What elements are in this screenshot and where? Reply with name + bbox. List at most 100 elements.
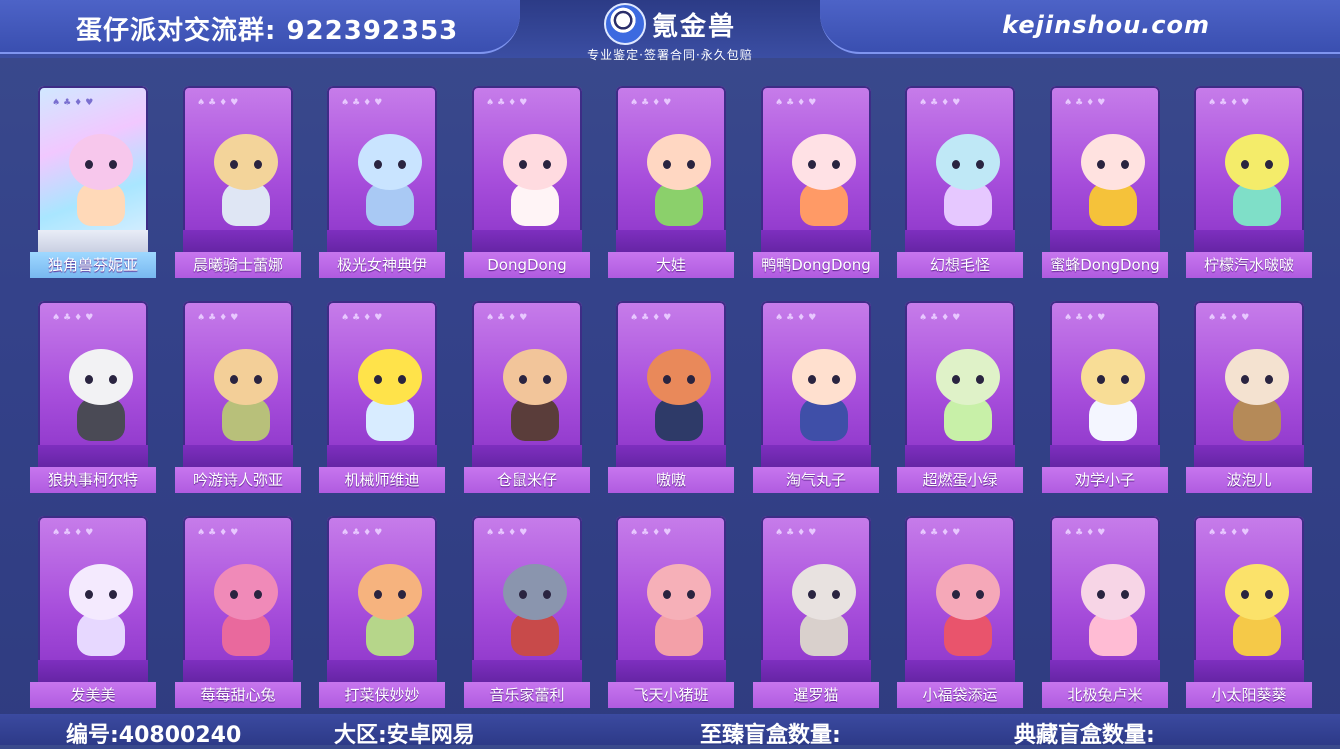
character-name: 狼执事柯尔特: [30, 467, 156, 493]
character-card[interactable]: ♠♣♦♥ 小太阳葵葵: [1186, 510, 1312, 708]
character-card[interactable]: ♠♣♦♥ 晨曦骑士蕾娜: [175, 80, 301, 278]
character-card[interactable]: ♠♣♦♥ 莓莓甜心兔: [175, 510, 301, 708]
card-pedestal: [1050, 660, 1160, 684]
character-card[interactable]: ♠♣♦♥ 仓鼠米仔: [464, 295, 590, 493]
character-figure-image: [208, 349, 284, 445]
character-card[interactable]: ♠♣♦♥ DongDong: [464, 80, 590, 278]
character-name: 鸭鸭DongDong: [753, 252, 879, 278]
figure-head: [214, 134, 278, 190]
card-suits-decoration: ♠♣♦♥: [52, 98, 97, 108]
character-card[interactable]: ♠♣♦♥ 波泡儿: [1186, 295, 1312, 493]
card-frame: ♠♣♦♥: [327, 516, 437, 682]
character-card[interactable]: ♠♣♦♥ 超燃蛋小绿: [897, 295, 1023, 493]
card-frame: ♠♣♦♥: [472, 516, 582, 682]
card-pedestal: [327, 445, 437, 469]
character-card[interactable]: ♠♣♦♥ 吟游诗人弥亚: [175, 295, 301, 493]
character-card[interactable]: ♠♣♦♥ 鸭鸭DongDong: [753, 80, 879, 278]
figure-head: [792, 564, 856, 620]
figure-eye: [519, 590, 527, 599]
figure-eye: [952, 375, 960, 384]
character-name: 莓莓甜心兔: [175, 682, 301, 708]
figure-eye: [808, 160, 816, 169]
card-pedestal: [761, 660, 871, 684]
figure-eye: [687, 590, 695, 599]
figure-eye: [543, 375, 551, 384]
card-suits-decoration: ♠♣♦♥: [1064, 528, 1109, 538]
card-frame: ♠♣♦♥: [616, 86, 726, 252]
character-card[interactable]: ♠♣♦♥ 劝学小子: [1042, 295, 1168, 493]
character-figure-image: [641, 134, 717, 230]
figure-head: [358, 564, 422, 620]
character-figure-image: [352, 349, 428, 445]
character-figure-image: [1219, 564, 1295, 660]
card-frame: ♠♣♦♥: [327, 301, 437, 467]
card-suits-decoration: ♠♣♦♥: [775, 528, 820, 538]
character-card[interactable]: ♠♣♦♥ 狼执事柯尔特: [30, 295, 156, 493]
card-frame: ♠♣♦♥: [472, 86, 582, 252]
character-card[interactable]: ♠♣♦♥ 独角兽芬妮亚: [30, 80, 156, 278]
header-bar: 蛋仔派对交流群: 922392353 氪金兽 专业鉴定·签署合同·永久包赔 ke…: [0, 0, 1340, 62]
card-pedestal: [905, 230, 1015, 254]
figure-head: [503, 134, 567, 190]
card-pedestal: [327, 660, 437, 684]
card-pedestal: [472, 445, 582, 469]
character-card[interactable]: ♠♣♦♥ 柠檬汽水啵啵: [1186, 80, 1312, 278]
card-suits-decoration: ♠♣♦♥: [341, 528, 386, 538]
figure-eye: [374, 375, 382, 384]
card-suits-decoration: ♠♣♦♥: [52, 528, 97, 538]
card-pedestal: [905, 445, 1015, 469]
figure-eye: [254, 375, 262, 384]
card-suits-decoration: ♠♣♦♥: [197, 98, 242, 108]
figure-head: [936, 564, 1000, 620]
figure-head: [647, 349, 711, 405]
card-suits-decoration: ♠♣♦♥: [1208, 313, 1253, 323]
figure-eye: [1097, 375, 1105, 384]
character-figure-image: [352, 134, 428, 230]
figure-eye: [663, 375, 671, 384]
card-frame: ♠♣♦♥: [1194, 516, 1304, 682]
character-figure-image: [786, 349, 862, 445]
card-frame: ♠♣♦♥: [761, 516, 871, 682]
figure-eye: [109, 160, 117, 169]
character-name: 柠檬汽水啵啵: [1186, 252, 1312, 278]
character-card[interactable]: ♠♣♦♥ 蜜蜂DongDong: [1042, 80, 1168, 278]
card-pedestal: [905, 660, 1015, 684]
card-frame: ♠♣♦♥: [183, 86, 293, 252]
figure-head: [792, 349, 856, 405]
figure-eye: [109, 375, 117, 384]
character-card[interactable]: ♠♣♦♥ 小福袋添运: [897, 510, 1023, 708]
figure-eye: [1097, 590, 1105, 599]
figure-head: [1081, 564, 1145, 620]
card-suits-decoration: ♠♣♦♥: [630, 313, 675, 323]
card-frame: ♠♣♦♥: [905, 301, 1015, 467]
card-frame: ♠♣♦♥: [38, 86, 148, 252]
brand-name: 氪金兽: [651, 11, 736, 42]
character-card[interactable]: ♠♣♦♥ 飞天小猪班: [608, 510, 734, 708]
figure-head: [1225, 134, 1289, 190]
character-card[interactable]: ♠♣♦♥ 发美美: [30, 510, 156, 708]
card-pedestal: [38, 445, 148, 469]
server-region: 大区:安卓网易: [334, 723, 475, 748]
character-card[interactable]: ♠♣♦♥ 幻想毛怪: [897, 80, 1023, 278]
character-card[interactable]: ♠♣♦♥ 大娃: [608, 80, 734, 278]
card-pedestal: [761, 230, 871, 254]
character-card[interactable]: ♠♣♦♥ 极光女神典伊: [319, 80, 445, 278]
figure-eye: [832, 590, 840, 599]
card-suits-decoration: ♠♣♦♥: [52, 313, 97, 323]
character-card[interactable]: ♠♣♦♥ 音乐家蕾利: [464, 510, 590, 708]
figure-head: [214, 564, 278, 620]
character-figure-image: [641, 349, 717, 445]
card-suits-decoration: ♠♣♦♥: [341, 98, 386, 108]
character-name: 小福袋添运: [897, 682, 1023, 708]
character-card[interactable]: ♠♣♦♥ 打菜侠妙妙: [319, 510, 445, 708]
character-card[interactable]: ♠♣♦♥ 机械师维迪: [319, 295, 445, 493]
figure-eye: [1121, 160, 1129, 169]
character-card[interactable]: ♠♣♦♥ 北极兔卢米: [1042, 510, 1168, 708]
figure-eye: [952, 590, 960, 599]
character-card[interactable]: ♠♣♦♥ 嗷嗷: [608, 295, 734, 493]
card-frame: ♠♣♦♥: [38, 516, 148, 682]
figure-head: [358, 134, 422, 190]
card-pedestal: [616, 230, 726, 254]
character-card[interactable]: ♠♣♦♥ 暹罗猫: [753, 510, 879, 708]
character-card[interactable]: ♠♣♦♥ 淘气丸子: [753, 295, 879, 493]
